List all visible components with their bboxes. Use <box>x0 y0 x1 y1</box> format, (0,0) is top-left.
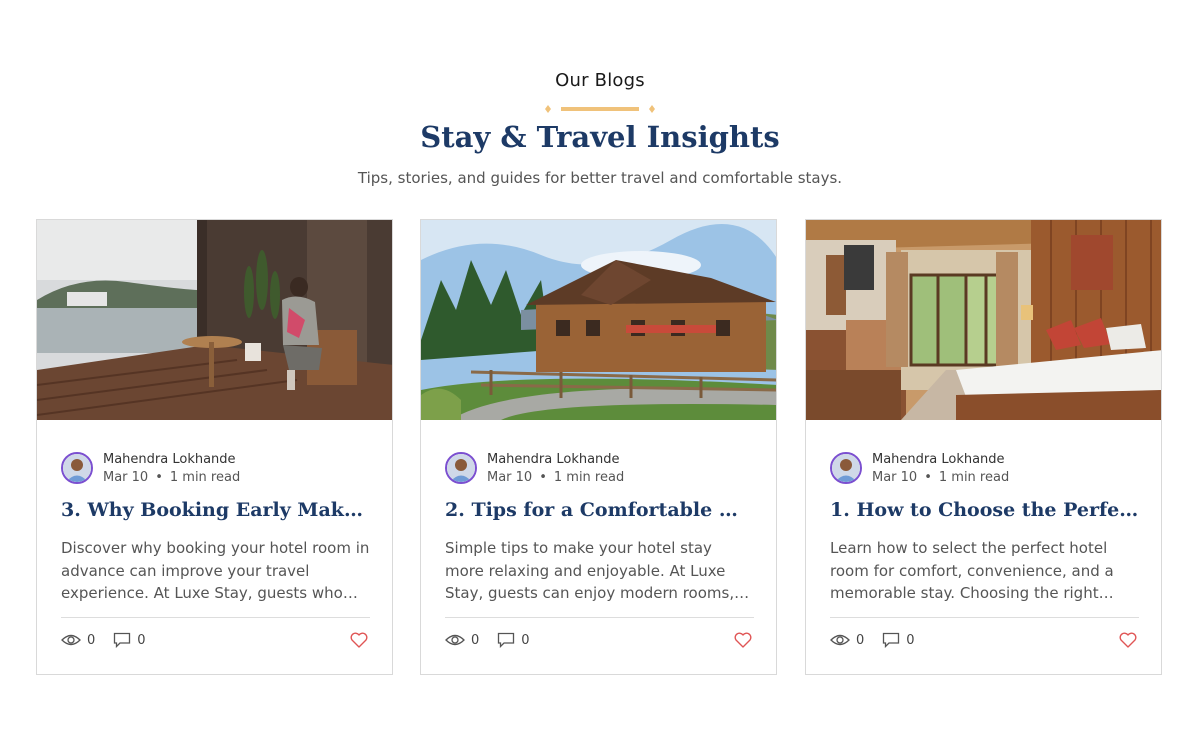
comment-icon <box>498 632 515 648</box>
heart-icon[interactable] <box>734 632 752 648</box>
blog-cover-image[interactable] <box>421 220 776 420</box>
eye-icon <box>445 634 465 646</box>
post-date: Mar 10 <box>103 469 149 485</box>
views-stat: 0 <box>830 633 864 648</box>
blog-card[interactable]: Mahendra Lokhande Mar 10 • 1 min read 3. W… <box>36 219 393 675</box>
comment-icon <box>883 632 900 648</box>
card-divider <box>830 617 1139 618</box>
post-title[interactable]: 1. How to Choose the Perfect… <box>830 499 1139 521</box>
comments-stat: 0 <box>113 632 146 648</box>
post-title[interactable]: 3. Why Booking Early Makes… <box>61 499 370 521</box>
post-excerpt[interactable]: Simple tips to make your hotel stay more… <box>445 537 754 605</box>
comments-stat: 0 <box>497 632 530 648</box>
section-eyebrow: Our Blogs <box>555 70 645 91</box>
comments-count: 0 <box>137 632 146 648</box>
post-author[interactable]: Mahendra Lokhande Mar 10 • 1 min read <box>445 451 624 485</box>
post-date: Mar 10 <box>487 469 533 485</box>
comments-stat: 0 <box>882 632 915 648</box>
author-name[interactable]: Mahendra Lokhande <box>103 451 240 468</box>
author-name[interactable]: Mahendra Lokhande <box>872 451 1009 468</box>
comment-icon <box>114 632 131 648</box>
views-count: 0 <box>856 632 865 648</box>
section-title: Stay & Travel Insights <box>420 120 780 154</box>
author-name[interactable]: Mahendra Lokhande <box>487 451 624 468</box>
meta-separator: • <box>155 469 163 485</box>
post-author[interactable]: Mahendra Lokhande Mar 10 • 1 min read <box>830 451 1009 485</box>
read-time: 1 min read <box>553 469 625 485</box>
card-divider <box>445 617 754 618</box>
section-subtitle: Tips, stories, and guides for better tra… <box>357 169 843 187</box>
post-title[interactable]: 2. Tips for a Comfortable Hot… <box>445 499 754 521</box>
views-stat: 0 <box>445 633 479 648</box>
meta-separator: • <box>924 469 932 485</box>
comments-count: 0 <box>906 632 915 648</box>
post-date: Mar 10 <box>872 469 918 485</box>
decorative-divider <box>545 105 655 113</box>
card-divider <box>61 617 370 618</box>
blog-card[interactable]: Mahendra Lokhande Mar 10 • 1 min read 1. H… <box>805 219 1162 675</box>
author-avatar[interactable] <box>830 452 862 484</box>
blog-card[interactable]: Mahendra Lokhande Mar 10 • 1 min read 2. T… <box>420 219 777 675</box>
blog-cover-image[interactable] <box>37 220 392 420</box>
read-time: 1 min read <box>938 469 1010 485</box>
author-avatar[interactable] <box>61 452 93 484</box>
heart-icon[interactable] <box>1119 632 1137 648</box>
author-avatar[interactable] <box>445 452 477 484</box>
views-stat: 0 <box>61 633 95 648</box>
eye-icon <box>830 634 850 646</box>
views-count: 0 <box>87 632 96 648</box>
meta-separator: • <box>539 469 547 485</box>
post-author[interactable]: Mahendra Lokhande Mar 10 • 1 min read <box>61 451 240 485</box>
views-count: 0 <box>471 632 480 648</box>
comments-count: 0 <box>521 632 530 648</box>
heart-icon[interactable] <box>350 632 368 648</box>
post-excerpt[interactable]: Learn how to select the perfect hotel ro… <box>830 537 1139 605</box>
blog-cover-image[interactable] <box>806 220 1161 420</box>
read-time: 1 min read <box>169 469 241 485</box>
eye-icon <box>61 634 81 646</box>
post-excerpt[interactable]: Discover why booking your hotel room in … <box>61 537 370 605</box>
